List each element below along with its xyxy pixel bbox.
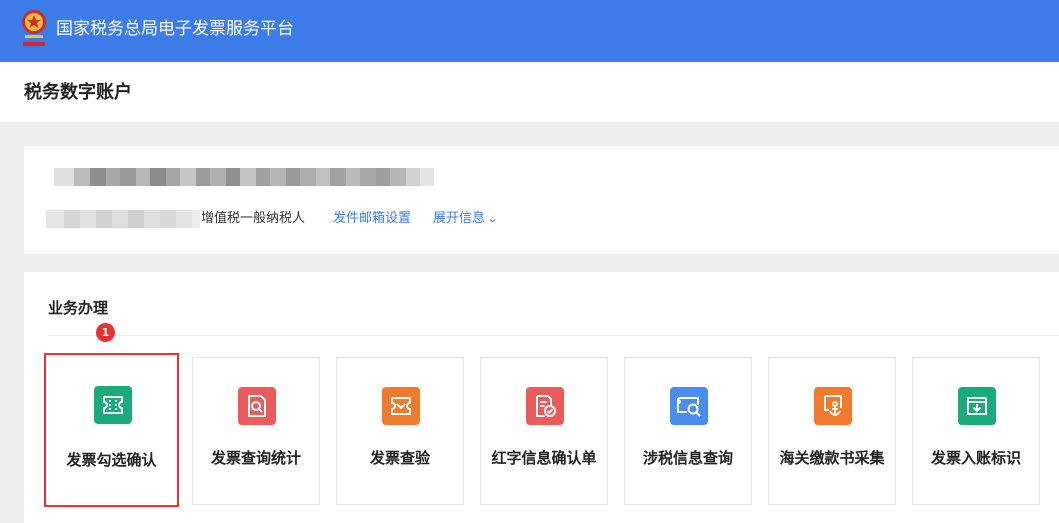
tile-customs-payment-collect[interactable]: 海关缴款书采集 (768, 357, 896, 505)
top-bar: 国家税务总局电子发票服务平台 (0, 0, 1059, 62)
tile-invoice-query-stats[interactable]: 发票查询统计 (192, 357, 320, 505)
business-card: 业务办理 1 发票勾选确认 发票查询统计 发票查验 红字信息确认单 涉税信息查询 (24, 272, 1059, 523)
tile-label: 海关缴款书采集 (779, 449, 885, 467)
tile-invoice-verify[interactable]: 发票查验 (336, 357, 464, 505)
redacted-tax-id (46, 210, 200, 228)
tile-label: 发票查询统计 (210, 449, 301, 467)
ticket-icon (94, 386, 132, 424)
taxpayer-type-label: 增值税一般纳税人 (201, 211, 306, 226)
tile-label: 发票入账标识 (930, 449, 1021, 467)
email-settings-link[interactable]: 发件邮箱设置 (333, 210, 411, 228)
tile-invoice-accounting-mark[interactable]: 发票入账标识 (912, 357, 1040, 505)
account-info-card: 增值税一般纳税人 发件邮箱设置 展开信息 ⌄ (24, 146, 1059, 254)
invoice-download-icon (958, 387, 996, 425)
page-title: 税务数字账户 (24, 82, 132, 103)
expand-info-label: 展开信息 (433, 211, 486, 226)
tax-emblem-icon (19, 6, 49, 50)
ticket-check-icon (382, 387, 420, 425)
tax-info-search-icon (670, 387, 708, 425)
tile-label: 涉税信息查询 (642, 449, 733, 467)
platform-title: 国家税务总局电子发票服务平台 (56, 19, 294, 39)
page-header: 税务数字账户 (0, 62, 1059, 122)
tile-label: 红字信息确认单 (491, 449, 597, 467)
step-badge: 1 (96, 323, 115, 342)
expand-info-link[interactable]: 展开信息 ⌄ (433, 210, 499, 228)
tile-invoice-selection-confirm[interactable]: 发票勾选确认 (44, 353, 179, 507)
tile-red-invoice-confirm[interactable]: 红字信息确认单 (480, 357, 608, 505)
redacted-company-name (54, 168, 434, 186)
section-divider (48, 335, 1059, 336)
invoice-search-icon (238, 387, 276, 425)
tile-label: 发票查验 (369, 449, 430, 467)
chevron-down-icon: ⌄ (486, 212, 499, 225)
tile-tax-info-query[interactable]: 涉税信息查询 (624, 357, 752, 505)
tile-label: 发票勾选确认 (66, 451, 157, 469)
red-invoice-confirm-icon (526, 387, 564, 425)
customs-anchor-icon (814, 387, 852, 425)
section-title: 业务办理 (48, 299, 109, 317)
